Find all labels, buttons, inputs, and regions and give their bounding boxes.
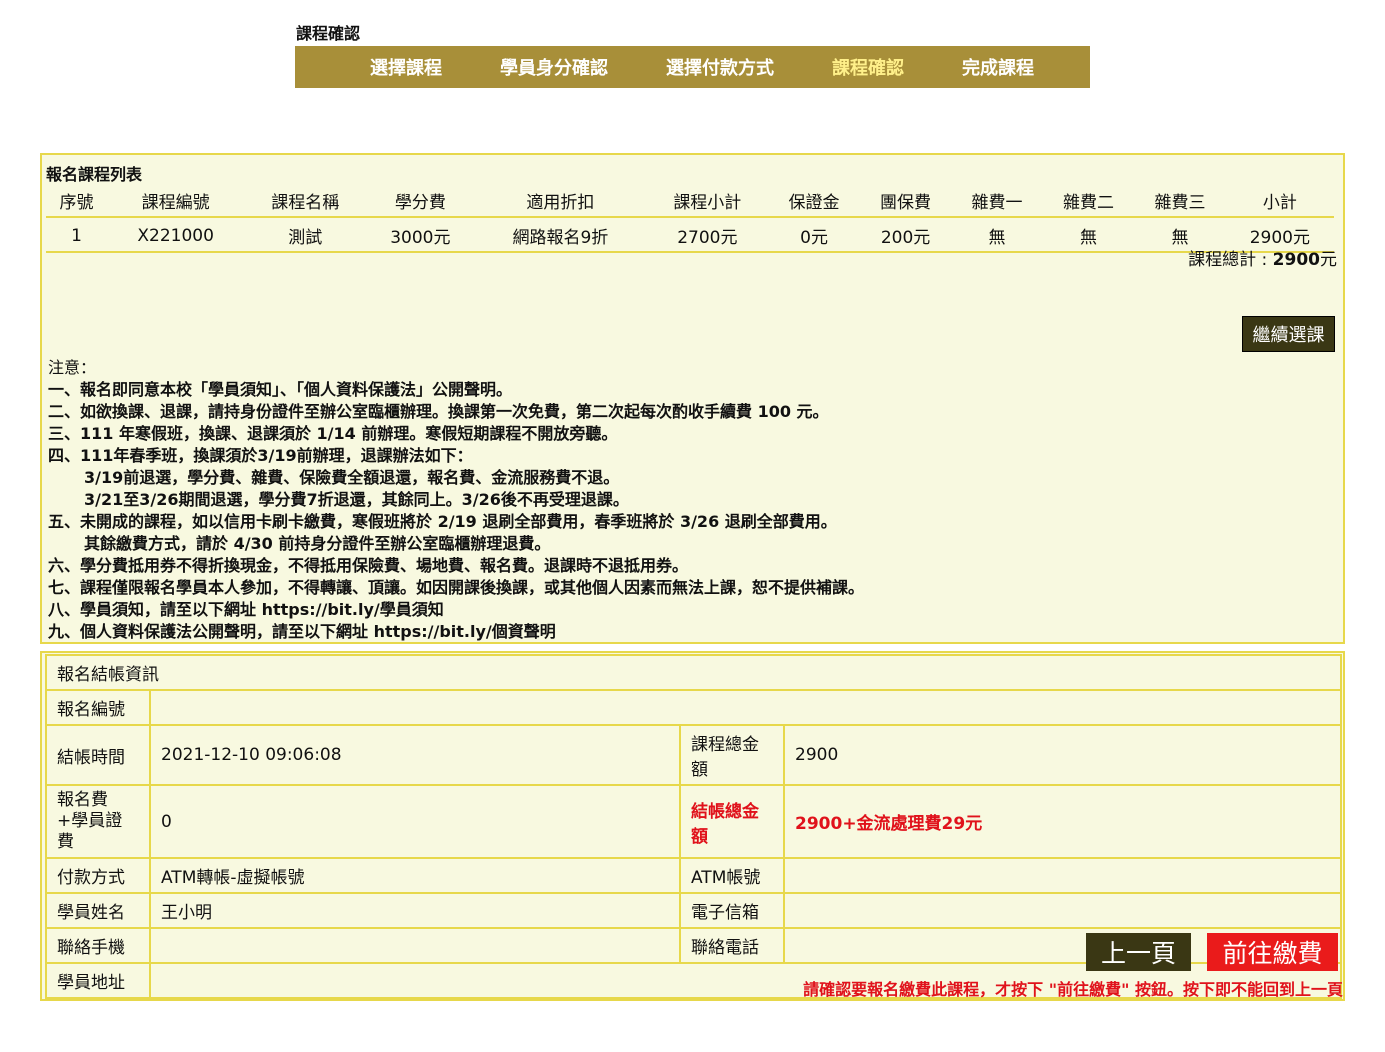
- col-credit-fee: 學分費: [366, 185, 475, 218]
- course-list-title: 報名課程列表: [46, 165, 143, 184]
- table-row: 1 X221000 測試 3000元 網路報名9折 2700元 0元 200元 …: [46, 217, 1334, 253]
- table-row: 報名費+學員證費 0 結帳總金額 2900+金流處理費29元: [45, 784, 1342, 859]
- notes-heading: 注意：: [48, 358, 97, 377]
- note-line: 八、學員須知，請至以下網址 https://bit.ly/學員須知: [48, 600, 444, 619]
- course-total-unit: 元: [1320, 250, 1337, 270]
- reg-no-value: [149, 689, 1342, 726]
- step-course-confirm: 課程確認: [832, 58, 904, 79]
- step-complete: 完成課程: [962, 58, 1034, 79]
- col-seq: 序號: [46, 185, 107, 218]
- grand-total-value: 2900+金流處理費29元: [783, 784, 1342, 859]
- fee-label: 報名費+學員證費: [45, 784, 151, 859]
- course-total-amount-value: 2900: [783, 724, 1342, 786]
- email-label: 電子信箱: [679, 892, 785, 929]
- table-row: 報名編號: [45, 689, 1342, 726]
- checkout-title-row: 報名結帳資訊: [45, 654, 1342, 691]
- payment-method-label: 付款方式: [45, 857, 151, 894]
- cell-deposit: 0元: [768, 217, 860, 253]
- step-select-course: 選擇課程: [370, 58, 442, 79]
- course-list-panel: 報名課程列表 序號 課程編號 課程名稱 學分費 適用折扣 課程小計 保證金 團保…: [40, 153, 1345, 644]
- col-discount: 適用折扣: [474, 185, 647, 218]
- note-line: 3/21至3/26期間退選，學分費7折退還，其餘同上。3/26後不再受理退課。: [84, 490, 629, 509]
- payment-method-value: ATM轉帳-虛擬帳號: [149, 857, 681, 894]
- atm-account-value: [783, 857, 1342, 894]
- table-row: 付款方式 ATM轉帳-虛擬帳號 ATM帳號: [45, 857, 1342, 894]
- note-line: 二、如欲換課、退課，請持身份證件至辦公室臨櫃辦理。換課第一次免費，第二次起每次酌…: [48, 402, 829, 421]
- course-total: 課程總計 : 2900元: [1188, 245, 1337, 270]
- student-name-value: 王小明: [149, 892, 681, 929]
- mobile-label: 聯絡手機: [45, 927, 151, 964]
- col-name: 課程名稱: [244, 185, 367, 218]
- cell-insurance: 200元: [859, 217, 952, 253]
- continue-selecting-button[interactable]: 繼續選課: [1242, 316, 1335, 352]
- course-total-value: 2900: [1272, 250, 1320, 270]
- table-row: 結帳時間 2021-12-10 09:06:08 課程總金額 2900: [45, 724, 1342, 786]
- cell-misc-1: 無: [951, 217, 1043, 253]
- col-code: 課程編號: [106, 185, 245, 218]
- note-line: 一、報名即同意本校「學員須知」、「個人資料保護法」公開聲明。: [48, 380, 513, 399]
- address-label: 學員地址: [45, 962, 151, 999]
- fee-value: 0: [149, 784, 681, 859]
- note-line: 九、個人資料保護法公開聲明，請至以下網址 https://bit.ly/個資聲明: [48, 622, 556, 641]
- grand-total-label: 結帳總金額: [679, 784, 785, 859]
- table-row: 學員姓名 王小明 電子信箱: [45, 892, 1342, 929]
- course-table: 序號 課程編號 課程名稱 學分費 適用折扣 課程小計 保證金 團保費 雜費一 雜…: [46, 185, 1334, 253]
- col-misc-2: 雜費二: [1042, 185, 1135, 218]
- step-identity-confirm: 學員身分確認: [500, 58, 608, 79]
- cell-name: 測試: [244, 217, 367, 253]
- col-misc-3: 雜費三: [1134, 185, 1226, 218]
- col-insurance: 團保費: [859, 185, 952, 218]
- col-course-subtotal: 課程小計: [646, 185, 769, 218]
- note-line: 七、課程僅限報名學員本人參加，不得轉讓、頂讓。如因開課後換課，或其他個人因素而無…: [48, 578, 865, 597]
- col-deposit: 保證金: [768, 185, 860, 218]
- atm-account-label: ATM帳號: [679, 857, 785, 894]
- checkout-title: 報名結帳資訊: [45, 654, 1342, 691]
- cell-credit-fee: 3000元: [366, 217, 475, 253]
- note-line: 六、學分費抵用券不得折換現金，不得抵用保險費、場地費、報名費。退課時不退抵用券。: [48, 556, 689, 575]
- checkout-time-label: 結帳時間: [45, 724, 151, 786]
- cell-seq: 1: [46, 217, 107, 253]
- note-line: 3/19前退選，學分費、雜費、保險費全額退還，報名費、金流服務費不退。: [84, 468, 620, 487]
- step-bar: 選擇課程 學員身分確認 選擇付款方式 課程確認 完成課程: [295, 46, 1090, 88]
- cell-course-subtotal: 2700元: [646, 217, 769, 253]
- proceed-to-payment-button[interactable]: 前往繳費: [1207, 933, 1338, 971]
- course-table-header: 序號 課程編號 課程名稱 學分費 適用折扣 課程小計 保證金 團保費 雜費一 雜…: [46, 185, 1334, 218]
- student-name-label: 學員姓名: [45, 892, 151, 929]
- page-title: 課程確認: [296, 24, 361, 43]
- email-value: [783, 892, 1342, 929]
- payment-warning: 請確認要報名繳費此課程，才按下 "前往繳費" 按鈕。按下即不能回到上一頁: [803, 980, 1343, 999]
- note-line: 三、111 年寒假班，換課、退課須於 1/14 前辦理。寒假短期課程不開放旁聽。: [48, 424, 618, 443]
- cell-discount: 網路報名9折: [474, 217, 647, 253]
- step-payment-method: 選擇付款方式: [666, 58, 774, 79]
- reg-no-label: 報名編號: [45, 689, 151, 726]
- phone-label: 聯絡電話: [679, 927, 785, 964]
- note-line: 五、未開成的課程，如以信用卡刷卡繳費，寒假班將於 2/19 退刷全部費用，春季班…: [48, 512, 837, 531]
- previous-page-button[interactable]: 上一頁: [1086, 933, 1191, 971]
- col-subtotal: 小計: [1225, 185, 1334, 218]
- course-total-label: 課程總計 :: [1188, 250, 1273, 270]
- notes-section: 注意： 一、報名即同意本校「學員須知」、「個人資料保護法」公開聲明。 二、如欲換…: [48, 357, 864, 643]
- course-total-amount-label: 課程總金額: [679, 724, 785, 786]
- note-line: 其餘繳費方式，請於 4/30 前持身分證件至辦公室臨櫃辦理退費。: [84, 534, 551, 553]
- note-line: 四、111年春季班，換課須於3/19前辦理，退課辦法如下：: [48, 446, 473, 465]
- cell-misc-2: 無: [1042, 217, 1135, 253]
- checkout-time-value: 2021-12-10 09:06:08: [149, 724, 681, 786]
- cell-code: X221000: [106, 217, 245, 253]
- col-misc-1: 雜費一: [951, 185, 1043, 218]
- mobile-value: [149, 927, 681, 964]
